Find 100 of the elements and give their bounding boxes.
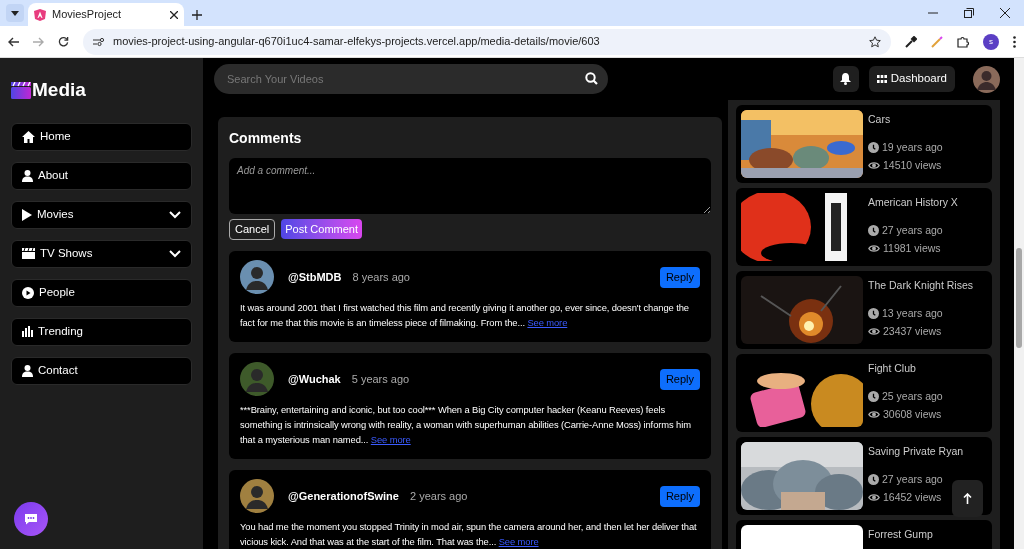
back-icon[interactable] — [8, 36, 19, 47]
comment-time: 2 years ago — [409, 488, 469, 504]
post-comment-button[interactable]: Post Comment — [281, 219, 362, 239]
movie-age: 27 years ago — [882, 472, 943, 487]
movie-title: Fight Club — [868, 361, 917, 376]
comment-author: @StbMDB — [288, 269, 342, 285]
sidebar-item[interactable]: Contact — [11, 356, 192, 385]
sidebar-item[interactable]: TV Shows — [11, 239, 192, 268]
movie-title: Forrest Gump — [868, 527, 933, 542]
clapperboard-logo-icon — [11, 81, 31, 99]
clock-icon — [868, 142, 879, 154]
avatar — [240, 260, 274, 294]
cancel-button[interactable]: Cancel — [229, 219, 276, 240]
reload-icon[interactable] — [58, 36, 69, 47]
reply-button[interactable]: Reply — [659, 485, 700, 507]
comment-text: It was around 2001 that I first watched this film and recently giving it another go, ever since, doesn't change the fact for me that this movie is an timeless piece of filmaking. From the... See more — [240, 301, 690, 330]
scrollbar[interactable] — [1014, 58, 1024, 549]
eye-icon — [868, 244, 880, 254]
comment-text: ***Brainy, entertaining and iconic, but too cool*** When a Big City computer hacker (Keanu Reeves) feels something is intrinsically wrong with reality, a woman with superhuman abilities (Carrie-Anne Moss) informs him that a mysterious man named... See more — [240, 403, 692, 447]
puzzle-icon[interactable] — [957, 35, 969, 48]
browser-tab[interactable]: MoviesProject — [28, 3, 184, 26]
movie-views: 23437 views — [883, 323, 942, 339]
eyedropper-icon[interactable] — [905, 35, 917, 48]
see-more-link[interactable]: See more — [527, 317, 568, 328]
comment-input[interactable]: Add a comment... — [229, 158, 711, 214]
sidebar-item[interactable]: Trending — [11, 317, 192, 346]
avatar — [240, 479, 274, 513]
sidebar-item[interactable]: Home — [11, 122, 192, 151]
movie-card[interactable]: American History X 27 years ago 11981 views — [736, 188, 992, 266]
eye-icon — [868, 161, 880, 171]
chevron-down-icon — [11, 10, 19, 16]
more-icon[interactable] — [1013, 35, 1016, 48]
eye-icon — [868, 327, 880, 337]
chat-icon — [24, 513, 38, 525]
movie-card[interactable]: Forrest Gump — [736, 520, 992, 549]
see-more-link[interactable]: See more — [498, 536, 539, 547]
clock-icon — [868, 474, 879, 486]
comment-author: @GenerationofSwine — [288, 488, 399, 504]
movie-title: The Dark Knight Rises — [868, 278, 974, 293]
sidebar-item[interactable]: Movies — [11, 200, 192, 229]
avatar — [240, 362, 274, 396]
movie-age: 27 years ago — [882, 223, 943, 238]
comment-time: 8 years ago — [352, 269, 411, 285]
site-settings-icon[interactable] — [93, 36, 105, 47]
bell-icon — [840, 73, 852, 85]
movie-card[interactable]: Saving Private Ryan 27 years ago 16452 views — [736, 437, 992, 515]
grid-icon — [876, 75, 887, 83]
home-icon — [22, 130, 35, 143]
movie-title: Cars — [868, 112, 892, 127]
comment-text: You had me the moment you stopped Trinity in mod air, spun the camera around her, and then let her deliver that vicious kick. And that was at the start of the film. That was the... See more — [240, 520, 698, 549]
movie-age: 19 years ago — [882, 140, 943, 155]
brand-name: Media — [32, 78, 86, 102]
movie-card[interactable]: Cars 19 years ago 14510 views — [736, 105, 992, 183]
chevron-down-icon — [169, 210, 181, 219]
play-circle-icon — [22, 286, 34, 299]
restore-icon[interactable] — [964, 8, 974, 18]
reply-button[interactable]: Reply — [659, 368, 700, 390]
star-icon[interactable] — [869, 35, 881, 48]
search-icon[interactable] — [585, 72, 598, 85]
tab-title: MoviesProject — [52, 7, 123, 23]
user-avatar[interactable] — [973, 65, 1000, 93]
clock-icon — [868, 308, 879, 320]
reply-button[interactable]: Reply — [659, 266, 700, 288]
search-field[interactable]: Search Your Videos — [214, 64, 608, 94]
new-tab-icon[interactable] — [192, 10, 202, 20]
user-icon — [22, 169, 33, 182]
arrow-up-icon — [963, 493, 972, 504]
close-icon[interactable] — [170, 10, 178, 19]
movie-card[interactable]: Fight Club 25 years ago 30608 views — [736, 354, 992, 432]
movie-title: Saving Private Ryan — [868, 444, 964, 459]
movie-views: 14510 views — [883, 157, 942, 173]
see-more-link[interactable]: See more — [370, 434, 411, 445]
url-text: movies-project-using-angular-q670i1uc4-samar-elfekys-projects.vercel.app/media-details/movie/603 — [113, 34, 601, 50]
tab-list-button[interactable] — [6, 4, 24, 22]
sidebar-item[interactable]: People — [11, 278, 192, 307]
comments-title: Comments — [229, 129, 303, 148]
comment-time: 5 years ago — [351, 371, 411, 387]
chat-button[interactable] — [14, 502, 48, 536]
clock-icon — [868, 391, 879, 403]
pencil-icon[interactable] — [931, 35, 943, 48]
comment-author: @Wuchak — [288, 371, 341, 387]
play-icon — [22, 208, 32, 221]
user-icon — [22, 364, 33, 377]
profile-avatar[interactable]: s — [983, 33, 999, 50]
scroll-to-top-button[interactable] — [952, 480, 983, 517]
notifications-button[interactable] — [832, 66, 859, 92]
movie-views: 16452 views — [883, 489, 942, 505]
eye-icon — [868, 410, 880, 420]
movie-views: 30608 views — [883, 406, 942, 422]
address-bar[interactable]: movies-project-using-angular-q670i1uc4-samar-elfekys-projects.vercel.app/media-details/movie/603 — [83, 28, 891, 55]
movie-views: 11981 views — [883, 240, 941, 256]
close-icon[interactable] — [1000, 8, 1010, 18]
movie-card[interactable]: The Dark Knight Rises 13 years ago 23437 views — [736, 271, 992, 349]
clapperboard-icon — [22, 248, 35, 259]
movie-title: American History X — [868, 195, 958, 210]
bar-chart-icon — [22, 326, 33, 337]
sidebar-item[interactable]: About — [11, 161, 192, 190]
chevron-down-icon — [169, 249, 181, 258]
dashboard-button[interactable]: Dashboard — [868, 66, 955, 92]
movie-age: 25 years ago — [882, 389, 943, 404]
